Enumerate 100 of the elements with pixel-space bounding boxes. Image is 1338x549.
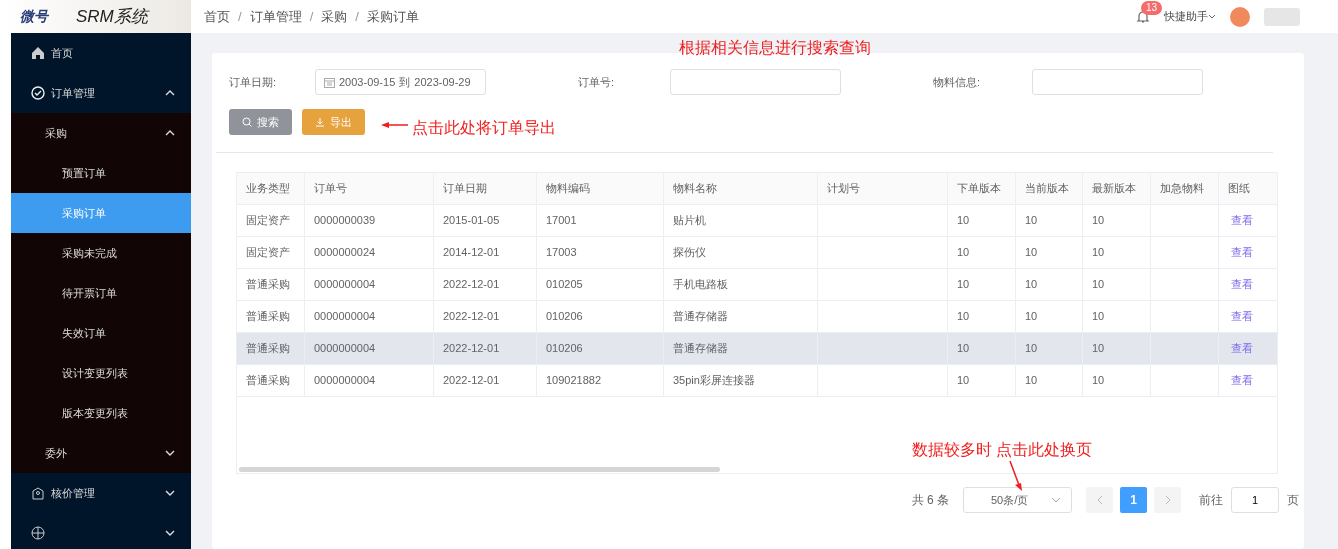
quick-help-menu[interactable]: 快捷助手 — [1164, 8, 1216, 25]
table-cell-text: 010205 — [546, 277, 583, 293]
table-cell-text: 普通采购 — [246, 309, 290, 325]
sidebar-item[interactable]: 采购 — [11, 113, 191, 153]
view-link[interactable]: 查看 — [1231, 276, 1253, 293]
sidebar-item[interactable]: 核价管理 — [11, 473, 191, 513]
input-field[interactable] — [1032, 69, 1203, 95]
chevron-down-icon — [165, 490, 175, 496]
column-header: 最新版本 — [1083, 173, 1151, 204]
chevron-up-icon — [165, 130, 175, 136]
column-header: 订单号 — [305, 173, 434, 204]
table-cell-text: 固定资产 — [246, 245, 290, 261]
breadcrumb-separator: / — [309, 7, 314, 26]
table-cell-text: 10 — [957, 341, 970, 357]
horizontal-scrollbar[interactable] — [239, 467, 720, 472]
sidebar-item[interactable]: 设计变更列表 — [11, 353, 191, 393]
bell-icon[interactable] — [1136, 10, 1150, 25]
globe-icon — [31, 526, 45, 540]
date-range-field[interactable]: 2003-09-15 到 2023-09-29 — [315, 69, 486, 95]
sidebar-item[interactable]: 订单管理 — [11, 73, 191, 113]
field-label: 物料信息: — [933, 74, 982, 90]
chevron-down-icon — [165, 530, 175, 536]
column-header: 图纸 — [1219, 173, 1277, 204]
annotation-text: 点击此处将订单导出 — [412, 118, 556, 138]
table-row[interactable]: 固定资产 0000000039 2015-01-05 17001 贴片机 10 10 10 查看 — [237, 205, 1277, 237]
breadcrumb-link[interactable]: 采购 — [321, 6, 348, 27]
column-header: 当前版本 — [1016, 173, 1083, 204]
table-cell-text: 10 — [1092, 277, 1105, 293]
sidebar-item[interactable]: 版本变更列表 — [11, 393, 191, 433]
breadcrumb-link[interactable]: 首页 — [204, 6, 230, 27]
column-header: 物料编码 — [537, 173, 664, 204]
table-cell-text: 普通存储器 — [673, 309, 728, 325]
page-size-select[interactable]: 50条/页 — [963, 487, 1072, 513]
column-header: 物料名称 — [664, 173, 818, 204]
sidebar-item[interactable]: 采购未完成 — [11, 233, 191, 273]
arrow-icon — [1009, 460, 1023, 492]
goto-label: 前往 — [1199, 492, 1223, 509]
breadcrumb-current: 采购订单 — [366, 7, 419, 26]
table-cell-text: 0000000024 — [314, 245, 376, 261]
tag-icon — [31, 486, 45, 500]
table-cell-text: 10 — [957, 309, 970, 325]
table-cell-text: 2014-12-01 — [443, 245, 500, 261]
sidebar-item[interactable]: 委外 — [11, 433, 191, 473]
system-name: SRM系统 — [76, 5, 148, 28]
home-icon — [31, 46, 45, 60]
table-cell-text: 109021882 — [546, 373, 602, 389]
annotation-text: 根据相关信息进行搜索查询 — [679, 38, 871, 58]
breadcrumb-link[interactable]: 订单管理 — [249, 6, 302, 27]
table-cell-text: 010206 — [546, 341, 583, 357]
download-icon — [315, 117, 325, 127]
user-avatar[interactable] — [1230, 6, 1250, 27]
view-link[interactable]: 查看 — [1231, 244, 1253, 261]
table-cell-text: 10 — [1092, 309, 1105, 325]
table-cell-text: 10 — [1025, 341, 1038, 357]
table-row[interactable]: 普通采购 0000000004 2022-12-01 109021882 35pin彩屏连接器 10 10 10 查看 — [237, 365, 1277, 397]
table-cell-text: 2015-01-05 — [443, 213, 500, 229]
chevron-down-icon — [1208, 14, 1216, 21]
table-row[interactable]: 普通采购 0000000004 2022-12-01 010205 手机电路板 10 10 10 查看 — [237, 269, 1277, 301]
next-page-button[interactable] — [1154, 487, 1181, 513]
chevron-down-icon — [1051, 497, 1061, 503]
table-cell-text: 10 — [957, 277, 970, 293]
table-row[interactable]: 固定资产 0000000024 2014-12-01 17003 探伤仪 10 10 10 查看 — [237, 237, 1277, 269]
table-cell-text: 普通采购 — [246, 341, 290, 357]
view-link[interactable]: 查看 — [1231, 372, 1253, 389]
table-cell-text: 普通采购 — [246, 277, 290, 293]
column-header: 订单日期 — [434, 173, 537, 204]
table-cell-text: 手机电路板 — [673, 277, 728, 293]
table-cell-text: 10 — [1092, 373, 1105, 389]
total-count: 共 6 条 — [911, 492, 949, 509]
table-cell-text: 10 — [957, 245, 970, 261]
sidebar-item[interactable]: 预置订单 — [11, 153, 191, 193]
sidebar-item[interactable]: 待开票订单 — [11, 273, 191, 313]
chevron-down-icon — [165, 450, 175, 456]
column-header: 加急物料 — [1151, 173, 1219, 204]
page-suffix: 页 — [1287, 492, 1299, 509]
table-cell-text: 010206 — [546, 309, 583, 325]
breadcrumb-separator: / — [355, 7, 359, 26]
table-cell-text: 0000000004 — [314, 309, 376, 325]
breadcrumb-separator: / — [238, 7, 242, 26]
previous-page-button[interactable] — [1086, 487, 1113, 513]
table-cell-text: 10 — [1025, 373, 1038, 389]
view-link[interactable]: 查看 — [1231, 308, 1253, 325]
view-link[interactable]: 查看 — [1231, 340, 1253, 357]
table-cell-text: 10 — [1092, 245, 1105, 261]
table-cell-text: 17001 — [546, 213, 577, 229]
table-cell-text: 35pin彩屏连接器 — [673, 373, 755, 389]
field-label: 订单日期: — [229, 74, 278, 90]
check-circle-icon — [31, 86, 45, 100]
table-row[interactable]: 普通采购 0000000004 2022-12-01 010206 普通存储器 10 10 10 查看 — [237, 333, 1277, 365]
annotation-text: 数据较多时 点击此处换页 — [912, 440, 1093, 460]
sidebar-item[interactable]: 失效订单 — [11, 313, 191, 353]
input-field[interactable] — [670, 69, 841, 95]
logo-mark: 微号 — [20, 7, 48, 26]
search-icon — [242, 117, 252, 127]
goto-page-field[interactable]: 1 — [1231, 487, 1279, 513]
notification-badge: 13 — [1141, 1, 1163, 16]
table-cell-text: 10 — [957, 213, 970, 229]
view-link[interactable]: 查看 — [1231, 212, 1253, 229]
sidebar-item[interactable]: 首页 — [11, 33, 191, 73]
table-cell-text: 10 — [1025, 245, 1038, 261]
